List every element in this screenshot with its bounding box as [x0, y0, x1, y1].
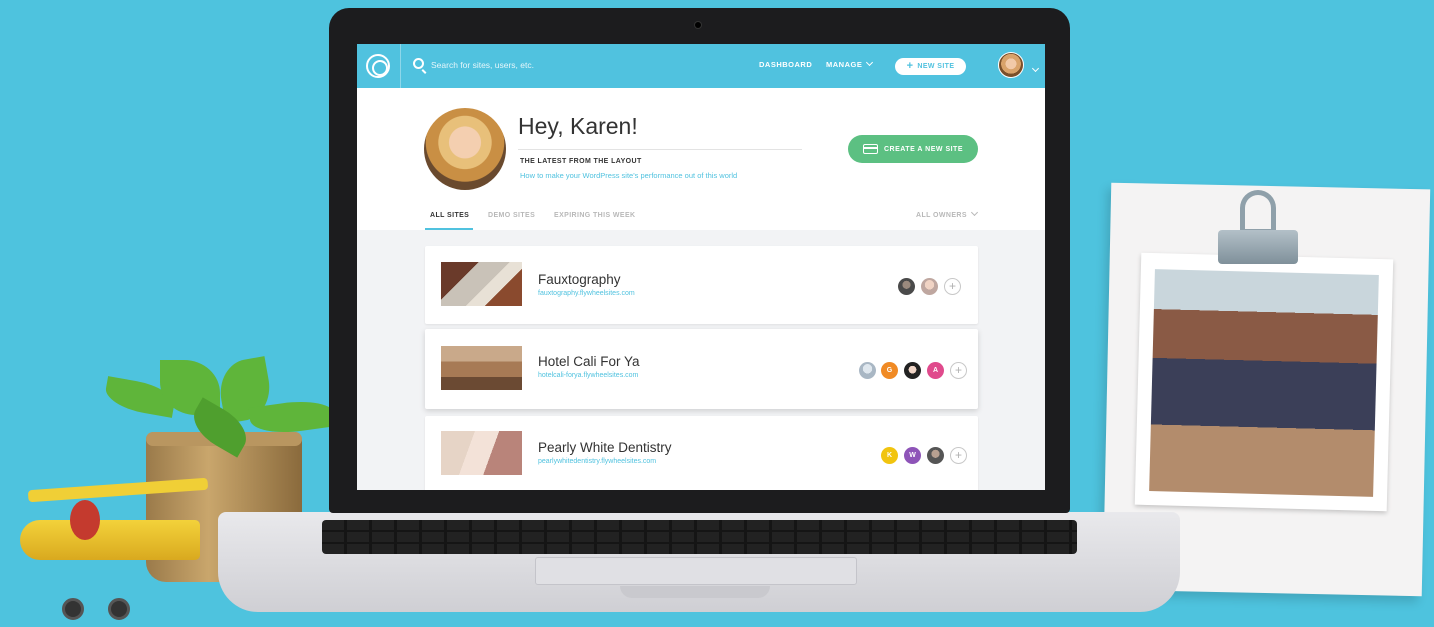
tab-expiring-this-week[interactable]: EXPIRING THIS WEEK — [554, 212, 636, 219]
owners-filter[interactable]: ALL OWNERS — [916, 208, 978, 219]
new-site-label: NEW SITE — [917, 63, 955, 70]
tab-all-sites[interactable]: ALL SITES — [430, 212, 469, 219]
create-new-site-button[interactable]: CREATE A NEW SITE — [848, 135, 978, 163]
logo-button[interactable] — [357, 44, 401, 88]
laptop-notch — [620, 586, 770, 598]
site-name[interactable]: Hotel Cali For Ya — [538, 354, 640, 369]
site-name[interactable]: Pearly White Dentistry — [538, 440, 672, 455]
user-avatar[interactable] — [998, 52, 1024, 78]
divider — [518, 149, 802, 150]
site-tabs: ALL SITES DEMO SITES EXPIRING THIS WEEK … — [357, 206, 1045, 230]
nav-dashboard[interactable]: DASHBOARD — [759, 60, 812, 69]
dashboard-screen: DASHBOARD MANAGE + NEW SITE Hey, Karen! … — [357, 44, 1045, 490]
owner-avatar[interactable]: A — [927, 362, 944, 379]
profile-avatar — [424, 108, 506, 190]
toy-plane-propeller — [70, 500, 100, 540]
page-title: Hey, Karen! — [518, 113, 638, 139]
camera-icon — [695, 22, 701, 28]
site-row[interactable]: Hotel Cali For Ya hotelcali-forya.flywhe… — [425, 329, 978, 409]
site-name[interactable]: Fauxtography — [538, 272, 621, 287]
site-thumbnail — [441, 262, 522, 306]
site-thumbnail — [441, 431, 522, 475]
site-url[interactable]: hotelcali-forya.flywheelsites.com — [538, 372, 638, 379]
flywheel-logo-icon — [366, 54, 390, 78]
nav-manage-label: MANAGE — [826, 60, 863, 69]
owner-avatar[interactable] — [927, 447, 944, 464]
site-url[interactable]: pearlywhitedentistry.flywheelsites.com — [538, 458, 656, 465]
new-site-button[interactable]: + NEW SITE — [895, 58, 966, 75]
owner-avatar[interactable] — [859, 362, 876, 379]
chevron-down-icon — [866, 58, 874, 67]
site-thumbnail — [441, 346, 522, 390]
owner-avatar[interactable] — [921, 278, 938, 295]
owner-avatar[interactable] — [904, 362, 921, 379]
site-row[interactable]: Fauxtography fauxtography.flywheelsites.… — [425, 246, 978, 324]
latest-label: THE LATEST FROM THE LAYOUT — [520, 158, 642, 165]
binder-clip-handle — [1240, 190, 1276, 234]
site-row[interactable]: Pearly White Dentistry pearlywhitedentis… — [425, 416, 978, 490]
tab-demo-sites[interactable]: DEMO SITES — [488, 212, 535, 219]
owner-avatar[interactable]: K — [881, 447, 898, 464]
add-owner-button[interactable]: + — [950, 447, 967, 464]
team-photo — [1149, 269, 1379, 497]
owners-filter-label: ALL OWNERS — [916, 212, 967, 219]
toy-plane-wheel — [108, 598, 130, 620]
latest-article-link[interactable]: How to make your WordPress site's perfor… — [520, 171, 737, 180]
site-url[interactable]: fauxtography.flywheelsites.com — [538, 290, 635, 297]
add-owner-button[interactable]: + — [950, 362, 967, 379]
binder-clip-plate — [1218, 230, 1298, 264]
plus-icon: + — [906, 60, 914, 72]
chevron-down-icon — [970, 208, 978, 217]
laptop-trackpad — [535, 557, 857, 585]
toy-plane-wheel — [62, 598, 84, 620]
add-owner-button[interactable]: + — [944, 278, 961, 295]
search-input[interactable] — [431, 56, 691, 74]
owner-avatar[interactable]: W — [904, 447, 921, 464]
owner-avatar[interactable] — [898, 278, 915, 295]
search-icon — [413, 58, 424, 69]
top-bar: DASHBOARD MANAGE + NEW SITE — [357, 44, 1045, 88]
create-new-site-label: CREATE A NEW SITE — [883, 145, 964, 153]
nav-manage[interactable]: MANAGE — [826, 58, 874, 69]
browser-card-icon — [862, 144, 878, 154]
laptop-keyboard — [322, 520, 1077, 554]
toy-plane-body — [20, 520, 200, 560]
owner-avatar[interactable]: G — [881, 362, 898, 379]
binder-clip — [1218, 190, 1298, 268]
chevron-down-icon[interactable] — [1028, 60, 1040, 78]
